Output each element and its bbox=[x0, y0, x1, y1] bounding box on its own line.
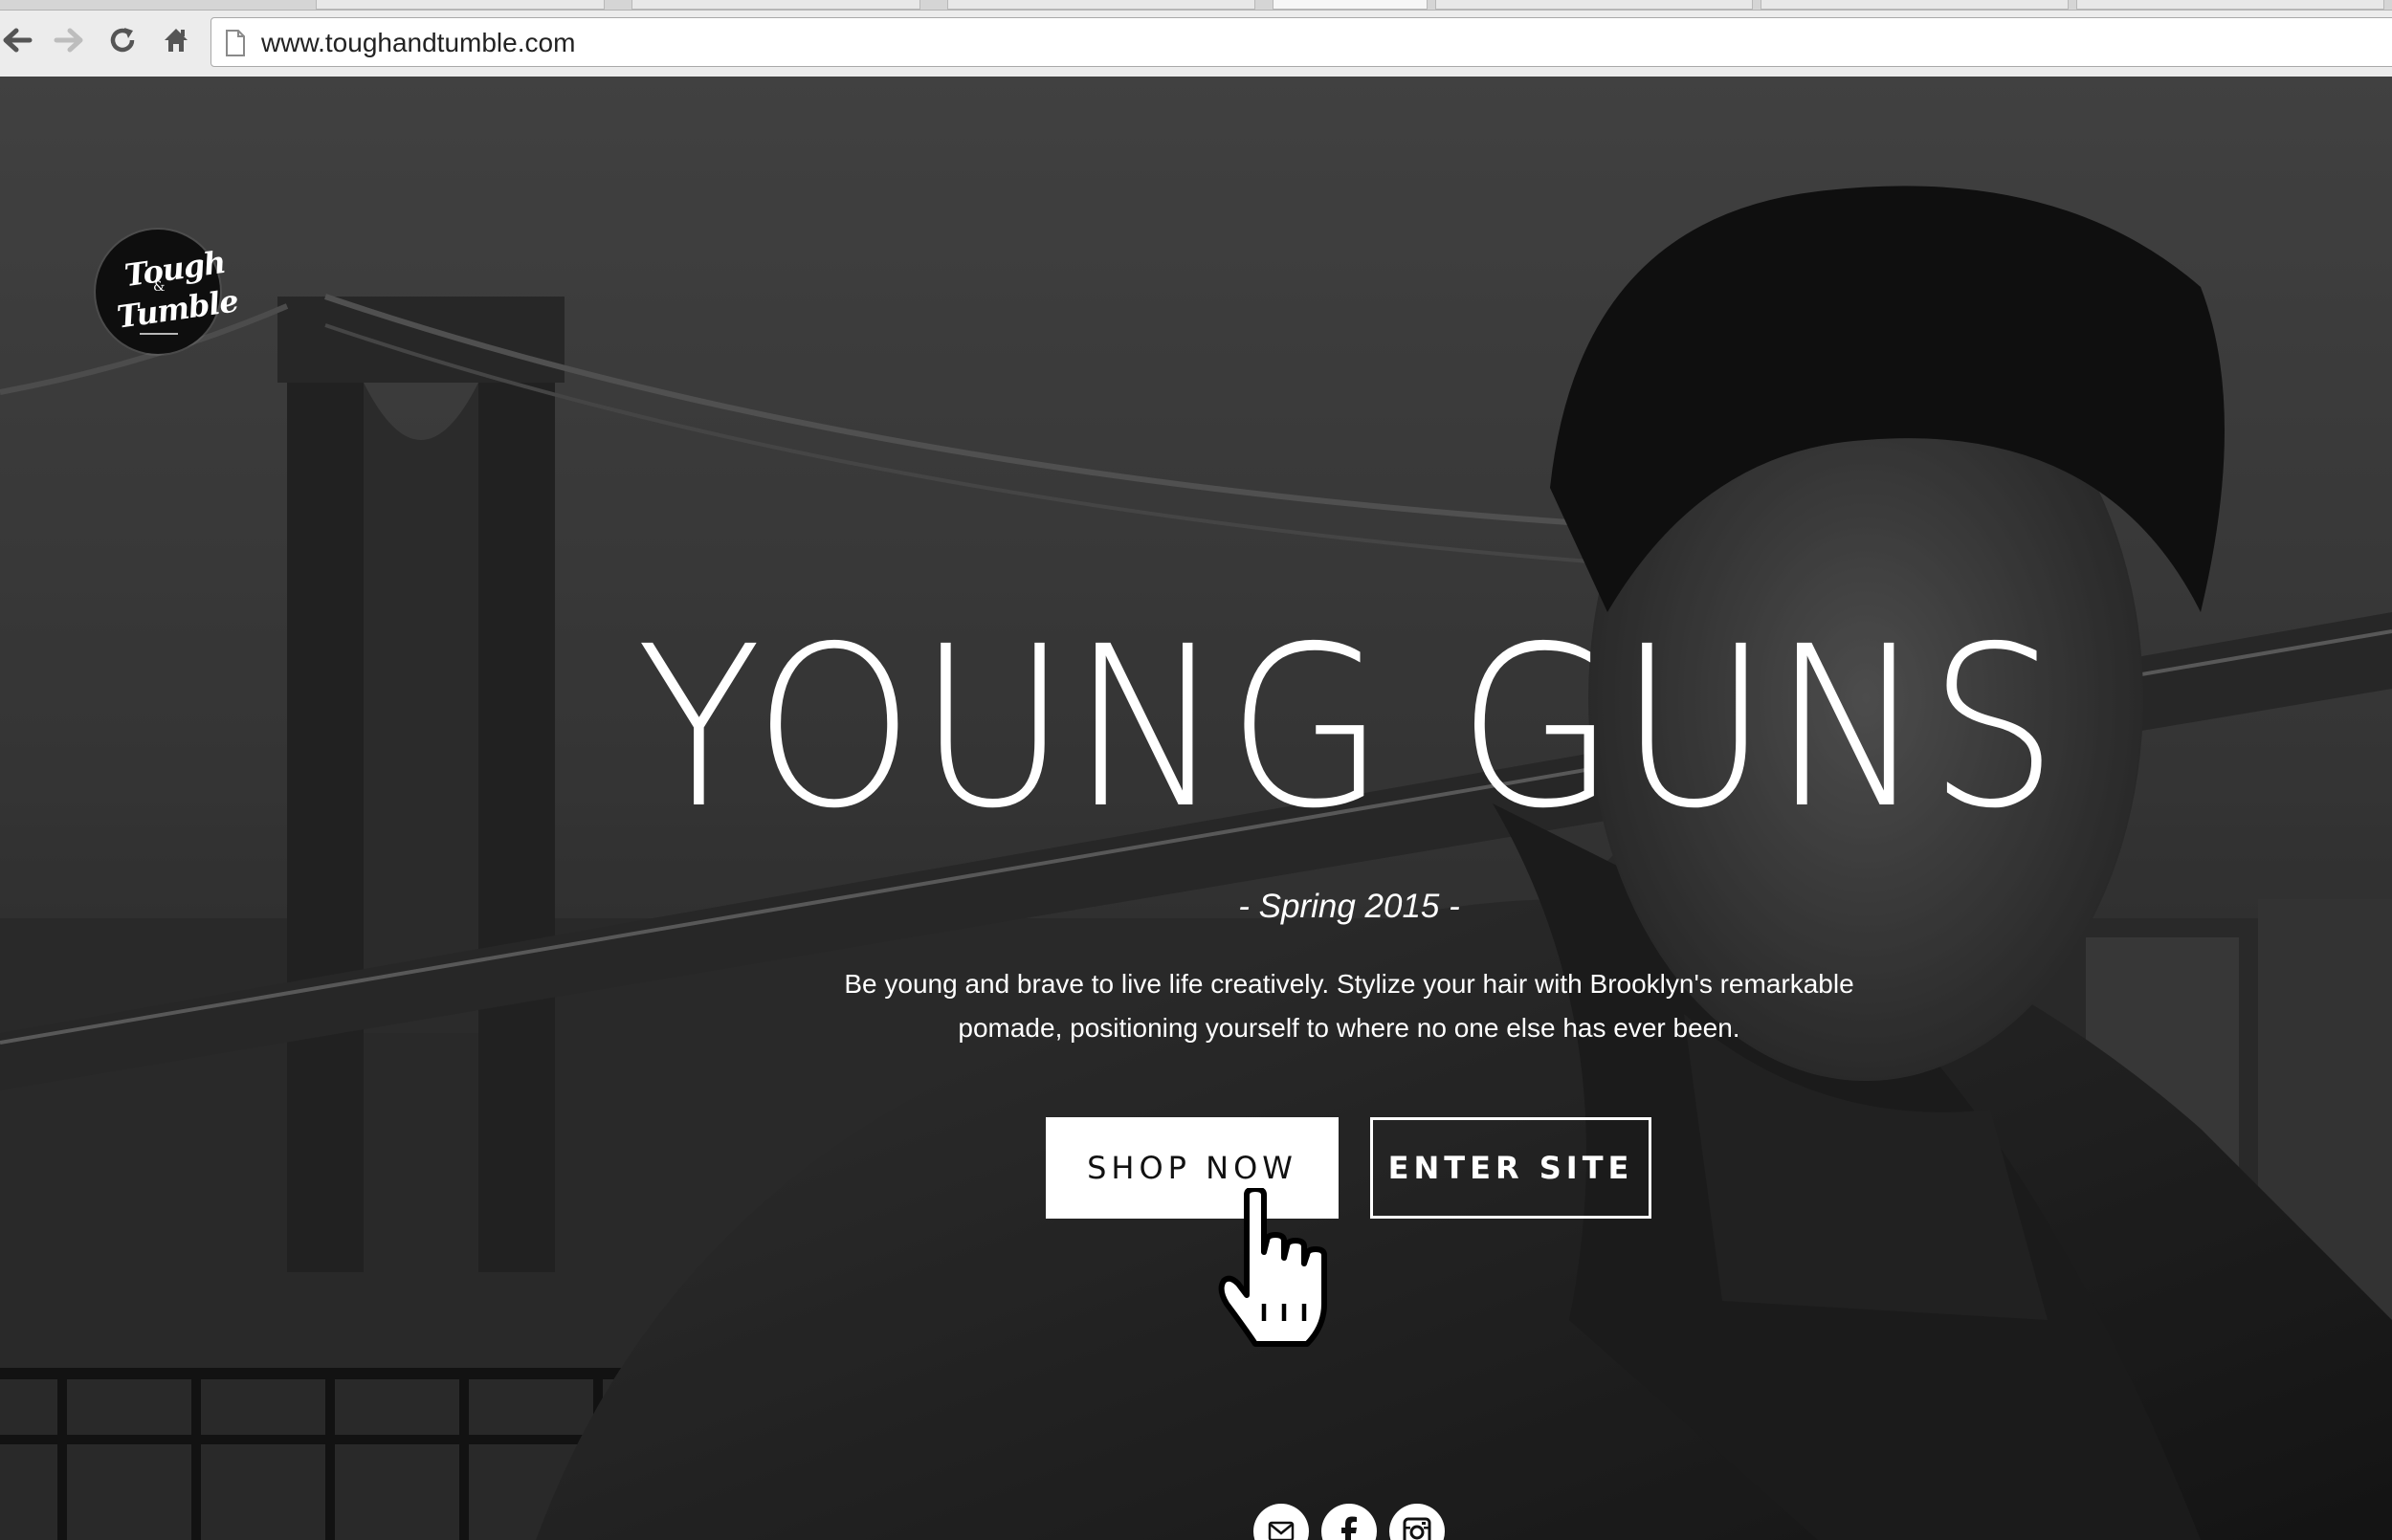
hero-headline: YOUNG GUNS bbox=[636, 599, 2062, 857]
enter-site-button[interactable]: ENTER SITE bbox=[1370, 1117, 1651, 1219]
browser-tab[interactable] bbox=[1761, 0, 2069, 10]
logo-underline bbox=[140, 333, 178, 335]
hero-section: Tough & Tumble YOUNG GUNS - Spring 2015 … bbox=[0, 77, 2392, 1540]
home-icon[interactable] bbox=[155, 19, 197, 61]
browser-tab-active[interactable] bbox=[1273, 0, 1428, 10]
brand-logo[interactable]: Tough & Tumble bbox=[96, 230, 240, 354]
browser-tab[interactable] bbox=[631, 0, 920, 10]
browser-tab[interactable] bbox=[947, 0, 1255, 10]
back-arrow-icon[interactable] bbox=[0, 19, 38, 61]
browser-tab[interactable] bbox=[1435, 0, 1753, 10]
browser-tab[interactable] bbox=[2076, 0, 2384, 10]
hero-subtitle: - Spring 2015 - bbox=[1238, 888, 1460, 925]
hero-description: Be young and brave to live life creative… bbox=[844, 969, 1854, 1043]
tab-strip bbox=[0, 0, 2392, 11]
reload-icon[interactable] bbox=[101, 19, 144, 61]
address-bar[interactable]: www.toughandtumble.com bbox=[210, 17, 2392, 67]
forward-arrow-icon[interactable] bbox=[48, 19, 90, 61]
url-text: www.toughandtumble.com bbox=[261, 28, 576, 57]
hand-pointer-cursor-icon bbox=[1215, 1186, 1336, 1355]
page-icon bbox=[225, 30, 246, 61]
browser-tab[interactable] bbox=[316, 0, 605, 10]
browser-toolbar: www.toughandtumble.com bbox=[0, 0, 2392, 77]
